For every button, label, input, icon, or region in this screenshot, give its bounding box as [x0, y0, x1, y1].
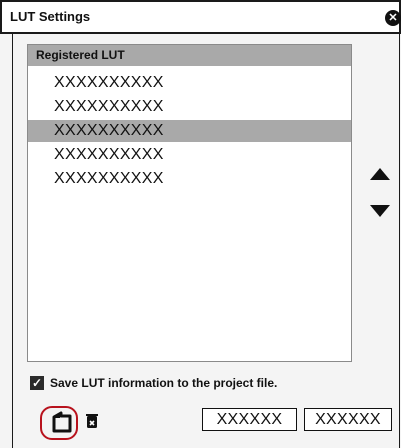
close-icon[interactable]: ✕ — [385, 10, 401, 26]
lut-settings-dialog: LUT Settings ✕ Registered LUT XXXXXXXXXX… — [0, 0, 401, 448]
import-lut-icon[interactable] — [51, 411, 73, 433]
ok-button[interactable]: XXXXXX — [202, 408, 297, 431]
lut-list-item[interactable]: XXXXXXXXXX — [28, 144, 351, 166]
lut-list-item[interactable]: XXXXXXXXXX — [28, 96, 351, 118]
delete-lut-icon[interactable] — [85, 413, 99, 429]
lut-list-item-selected[interactable]: XXXXXXXXXX — [28, 120, 351, 142]
cancel-button[interactable]: XXXXXX — [304, 408, 392, 431]
lut-list-item[interactable]: XXXXXXXXXX — [28, 168, 351, 190]
title-bar: LUT Settings ✕ — [0, 0, 401, 34]
dialog-title: LUT Settings — [10, 9, 91, 24]
triangle-down-icon[interactable] — [370, 205, 390, 217]
triangle-up-icon[interactable] — [370, 168, 390, 180]
save-lut-checkbox[interactable]: ✓ — [30, 376, 44, 390]
lut-list-item[interactable]: XXXXXXXXXX — [28, 72, 351, 94]
registered-lut-list[interactable]: Registered LUT XXXXXXXXXX XXXXXXXXXX XXX… — [27, 44, 352, 362]
save-lut-label: Save LUT information to the project file… — [50, 376, 278, 390]
list-header: Registered LUT — [28, 45, 351, 66]
